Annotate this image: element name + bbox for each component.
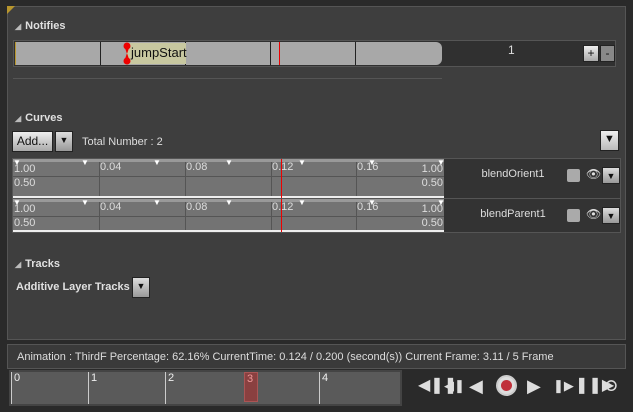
- playhead[interactable]: [280, 159, 282, 198]
- additive-tracks-dropdown[interactable]: ▼: [132, 277, 150, 298]
- time-tick-label: 0.04: [100, 201, 122, 213]
- keyframe-icon[interactable]: ▼: [368, 158, 376, 167]
- keyframe-icon[interactable]: ▼: [153, 158, 161, 167]
- time-tick-label: 0.08: [186, 201, 208, 213]
- curve-row: 0.04 0.08 0.12 0.16 1.00 0.50 1.00 0.50 ▼ ▼ ▼ ▼ ▼ ▼ ▼ …: [12, 198, 621, 233]
- tracks-header[interactable]: ◢ Tracks: [15, 258, 60, 270]
- curve-graph[interactable]: 0.04 0.08 0.12 0.16 1.00 0.50 1.00 0.50 ▼ ▼ ▼ ▼ ▼ ▼ ▼: [13, 158, 445, 198]
- time-tick-label: 0.08: [186, 161, 208, 173]
- time-tick-label: 0.12: [272, 161, 294, 173]
- play-icon[interactable]: ▶: [527, 376, 541, 396]
- curve-min-left: 0.50: [14, 177, 36, 189]
- keyframe-icon[interactable]: ▼: [225, 198, 233, 207]
- collapse-triangle-icon: ◢: [15, 114, 22, 123]
- additive-layer-tracks-label: Additive Layer Tracks: [16, 281, 130, 293]
- eye-icon[interactable]: 👁: [586, 167, 601, 181]
- keyframe-icon[interactable]: ▼: [225, 158, 233, 167]
- curve-graph[interactable]: 0.04 0.08 0.12 0.16 1.00 0.50 1.00 0.50 ▼ ▼ ▼ ▼ ▼ ▼ ▼: [13, 198, 445, 232]
- curve-min-right: 0.50: [421, 177, 443, 189]
- keyframe-icon[interactable]: ▼: [81, 198, 89, 207]
- curve-row: 0.04 0.08 0.12 0.16 1.00 0.50 1.00 0.50 ▼ ▼ ▼ ▼ ▼ ▼ ▼ …: [12, 158, 621, 199]
- curves-header[interactable]: ◢ Curves: [15, 112, 62, 124]
- remove-track-button[interactable]: -: [600, 45, 615, 62]
- time-tick-label: 0.12: [272, 201, 294, 213]
- step-back-icon[interactable]: ◀❚: [444, 376, 465, 396]
- collapse-triangle-icon: ◢: [15, 260, 22, 269]
- frame-label[interactable]: 2: [165, 372, 174, 404]
- keyframe-icon[interactable]: ▼: [437, 158, 445, 167]
- eye-icon[interactable]: 👁: [586, 207, 601, 221]
- keyframe-icon[interactable]: ▼: [153, 198, 161, 207]
- time-tick-label: 0.04: [100, 161, 122, 173]
- curves-total: Total Number : 2: [82, 136, 163, 148]
- chevron-down-icon: ▼: [606, 211, 616, 221]
- add-curve-button[interactable]: Add...: [12, 131, 53, 152]
- loop-icon[interactable]: ⟲: [602, 376, 617, 396]
- keyframe-icon[interactable]: ▼: [81, 158, 89, 167]
- add-curve-dropdown[interactable]: ▼: [55, 131, 73, 152]
- tracks-title: Tracks: [25, 258, 61, 270]
- keyframe-icon[interactable]: ▼: [368, 198, 376, 207]
- curve-min-right: 0.50: [421, 217, 443, 229]
- frame-label[interactable]: 0: [11, 372, 20, 404]
- track-number: 1: [508, 43, 515, 57]
- chevron-down-icon: ▼: [59, 135, 69, 145]
- curve-name: blendOrient1: [481, 168, 545, 180]
- status-bar: Animation : ThirdF Percentage: 62.16% Cu…: [7, 344, 626, 369]
- curve-dropdown[interactable]: ▼: [602, 167, 620, 184]
- notify-marker-icon[interactable]: [123, 42, 131, 65]
- chevron-down-icon: ▼: [604, 133, 615, 145]
- notify-jumpstart[interactable]: jumpStart: [127, 43, 187, 64]
- divider: [13, 78, 442, 79]
- corner-marker: [7, 6, 15, 14]
- chevron-down-icon: ▼: [136, 281, 146, 291]
- frame-label[interactable]: 1: [88, 372, 97, 404]
- keyframe-icon[interactable]: ▼: [13, 198, 21, 207]
- record-button[interactable]: [496, 375, 517, 396]
- frame-scrubber[interactable]: 0 1 2 4: [9, 370, 402, 406]
- keyframe-icon[interactable]: ▼: [298, 158, 306, 167]
- curve-name: blendParent1: [480, 208, 546, 220]
- curve-min-left: 0.50: [14, 217, 36, 229]
- step-forward-icon[interactable]: ❚▶: [553, 376, 574, 396]
- chevron-down-icon: ▼: [606, 171, 616, 181]
- keyframe-icon[interactable]: ▼: [437, 198, 445, 207]
- frame-label[interactable]: 4: [319, 372, 328, 404]
- playhead[interactable]: [280, 199, 282, 232]
- current-frame-marker[interactable]: 3: [244, 372, 258, 402]
- curve-dropdown[interactable]: ▼: [602, 207, 620, 224]
- keyframe-icon[interactable]: ▼: [13, 158, 21, 167]
- notifies-header[interactable]: ◢ Notifies: [15, 20, 66, 32]
- add-track-button[interactable]: +: [583, 45, 599, 62]
- curve-checkbox[interactable]: [567, 209, 580, 222]
- play-reverse-icon[interactable]: ◀: [469, 376, 483, 396]
- notifies-title: Notifies: [25, 20, 66, 32]
- curves-title: Curves: [25, 112, 63, 124]
- notify-track[interactable]: [15, 42, 442, 65]
- collapse-triangle-icon: ◢: [15, 22, 22, 31]
- record-icon: [501, 380, 512, 391]
- playhead[interactable]: [279, 42, 280, 65]
- curve-checkbox[interactable]: [567, 169, 580, 182]
- curves-options-button[interactable]: ▼: [600, 130, 619, 151]
- keyframe-icon[interactable]: ▼: [298, 198, 306, 207]
